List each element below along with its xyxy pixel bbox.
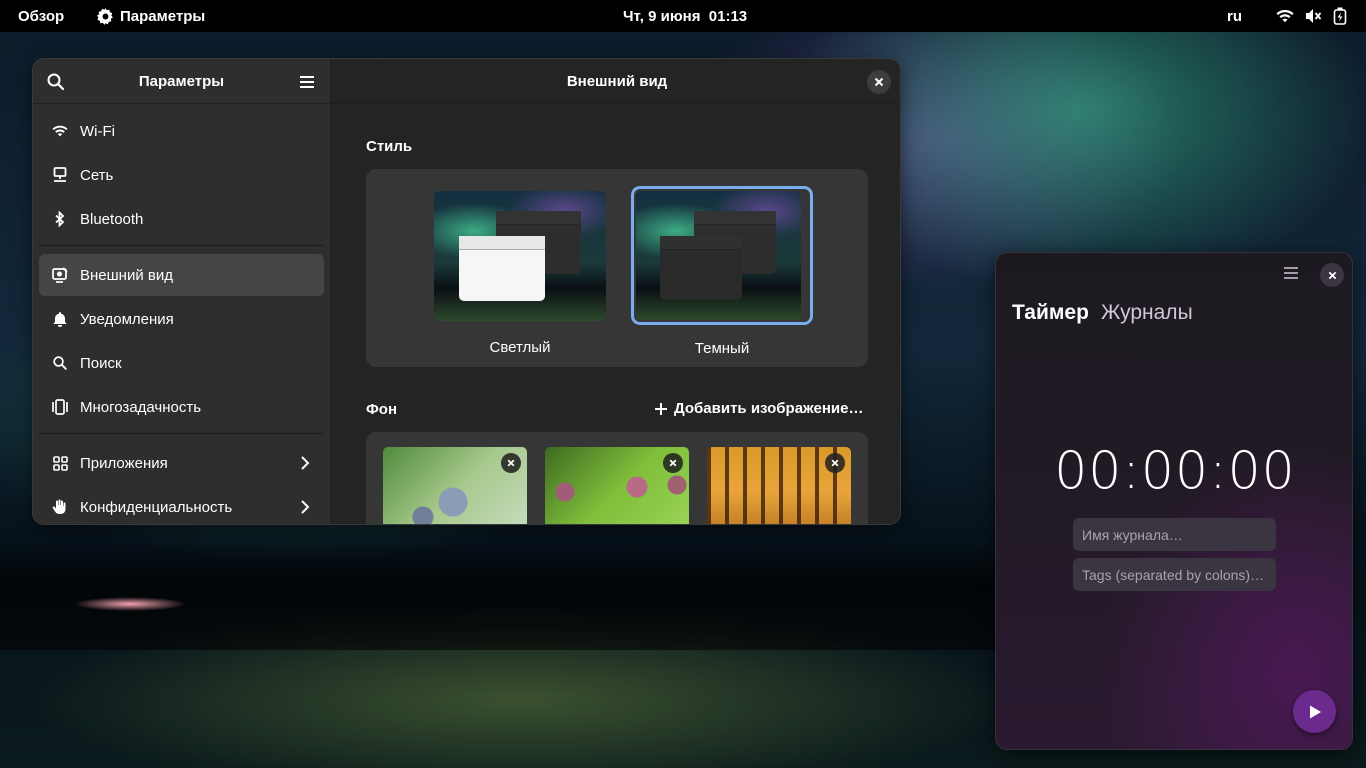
sidebar-item-label: Приложения: [80, 454, 168, 472]
app-menu-label: Параметры: [120, 7, 206, 25]
sidebar-divider: [39, 245, 324, 246]
close-icon: [874, 77, 884, 87]
close-icon: [507, 459, 515, 467]
settings-sidebar: Параметры Wi-Fi Сеть Bluetooth Внешний в…: [33, 59, 331, 524]
remove-background-button[interactable]: [825, 453, 845, 473]
close-icon: [669, 459, 677, 467]
background-thumbnail[interactable]: [383, 447, 527, 524]
close-icon: [831, 459, 839, 467]
remove-background-button[interactable]: [663, 453, 683, 473]
tab-logs[interactable]: Журналы: [1101, 301, 1193, 325]
sidebar-item-multitasking[interactable]: Многозадачность: [39, 386, 324, 428]
top-bar: Обзор Параметры Чт, 9 июня 01:13 ru: [0, 0, 1366, 32]
play-icon: [1309, 705, 1321, 718]
sidebar-item-label: Wi-Fi: [80, 122, 115, 140]
activities-button[interactable]: Обзор: [18, 0, 64, 32]
sidebar-item-label: Поиск: [80, 354, 122, 372]
close-button[interactable]: [867, 70, 891, 94]
search-icon: [52, 355, 68, 371]
background-thumbnail[interactable]: [707, 447, 851, 524]
sidebar-header: Параметры: [33, 59, 330, 104]
tags-input[interactable]: [1073, 558, 1276, 591]
hamburger-menu-icon[interactable]: [296, 71, 318, 93]
dark-style-preview: [636, 191, 801, 320]
sidebar-item-wifi[interactable]: Wi-Fi: [39, 110, 324, 152]
sidebar-item-label: Уведомления: [80, 310, 174, 328]
page-title: Внешний вид: [566, 72, 668, 90]
wifi-icon: [52, 123, 68, 139]
style-card: Светлый Темный: [366, 169, 868, 367]
log-name-input[interactable]: [1073, 518, 1276, 551]
close-button[interactable]: [1320, 263, 1344, 287]
sidebar-divider: [39, 433, 324, 434]
tab-timer[interactable]: Таймер: [1012, 301, 1089, 325]
apps-icon: [52, 455, 68, 471]
clock-label: Чт, 9 июня 01:13: [623, 7, 748, 25]
background-thumbnail[interactable]: [545, 447, 689, 524]
wifi-icon: [1276, 10, 1294, 23]
bluetooth-icon: [52, 211, 68, 227]
settings-window: Параметры Wi-Fi Сеть Bluetooth Внешний в…: [32, 58, 901, 525]
plus-icon: [655, 402, 667, 415]
sidebar-item-privacy[interactable]: Конфиденциальность: [39, 486, 324, 524]
sidebar-item-notifications[interactable]: Уведомления: [39, 298, 324, 340]
chevron-right-icon: [301, 456, 310, 470]
timer-window: Таймер Журналы 00:00:00: [995, 252, 1353, 750]
selected-outline: [631, 186, 813, 325]
hamburger-menu-icon[interactable]: [1283, 266, 1299, 280]
sidebar-title: Параметры: [138, 72, 225, 90]
input-language-button[interactable]: ru: [1227, 0, 1242, 32]
hand-icon: [52, 499, 68, 515]
add-image-button[interactable]: Добавить изображение…: [654, 400, 863, 417]
sidebar-item-appearance[interactable]: Внешний вид: [39, 254, 324, 296]
remove-background-button[interactable]: [501, 453, 521, 473]
sidebar-item-label: Bluetooth: [80, 210, 144, 228]
background-gallery: [366, 432, 868, 524]
style-option-label: Темный: [694, 340, 750, 357]
timer-tabs: Таймер Журналы: [1012, 301, 1193, 325]
chevron-right-icon: [301, 500, 310, 514]
settings-content: Внешний вид Стиль Светлый Темный Фон Доб…: [332, 59, 900, 524]
style-option-label: Светлый: [489, 339, 551, 356]
volume-muted-icon: [1306, 9, 1322, 23]
start-timer-button[interactable]: [1293, 690, 1336, 733]
bell-icon: [52, 311, 68, 327]
wallpaper-town-lights: [70, 597, 250, 611]
content-header: Внешний вид: [332, 59, 900, 104]
sidebar-item-label: Конфиденциальность: [80, 498, 233, 516]
light-style-preview: [434, 191, 606, 321]
sidebar-item-search[interactable]: Поиск: [39, 342, 324, 384]
system-menu-button[interactable]: [1276, 0, 1347, 32]
sidebar-item-bluetooth[interactable]: Bluetooth: [39, 198, 324, 240]
activities-label: Обзор: [18, 7, 65, 25]
wallpaper-horizon: [0, 540, 1000, 650]
search-icon[interactable]: [45, 71, 67, 93]
sidebar-item-label: Сеть: [80, 166, 114, 184]
close-icon: [1328, 271, 1336, 279]
battery-charging-icon: [1333, 7, 1347, 25]
style-option-light[interactable]: Светлый: [434, 191, 606, 356]
sidebar-item-label: Внешний вид: [80, 266, 173, 284]
appearance-icon: [52, 267, 68, 283]
multitasking-icon: [52, 399, 68, 415]
style-section-title: Стиль: [366, 138, 413, 155]
sidebar-item-applications[interactable]: Приложения: [39, 442, 324, 484]
sidebar-list: Wi-Fi Сеть Bluetooth Внешний вид Уведомл…: [33, 104, 330, 524]
sidebar-item-label: Многозадачность: [80, 398, 202, 416]
gear-icon: [97, 7, 113, 25]
add-image-label: Добавить изображение…: [674, 400, 864, 417]
clock-button[interactable]: Чт, 9 июня 01:13: [623, 0, 747, 32]
timer-display: 00:00:00: [1054, 441, 1296, 501]
style-option-dark[interactable]: Темный: [631, 186, 813, 357]
network-icon: [52, 167, 68, 183]
sidebar-item-network[interactable]: Сеть: [39, 154, 324, 196]
app-menu-button[interactable]: Параметры: [97, 0, 205, 32]
background-section-title: Фон: [366, 401, 398, 418]
input-language-label: ru: [1227, 7, 1242, 25]
